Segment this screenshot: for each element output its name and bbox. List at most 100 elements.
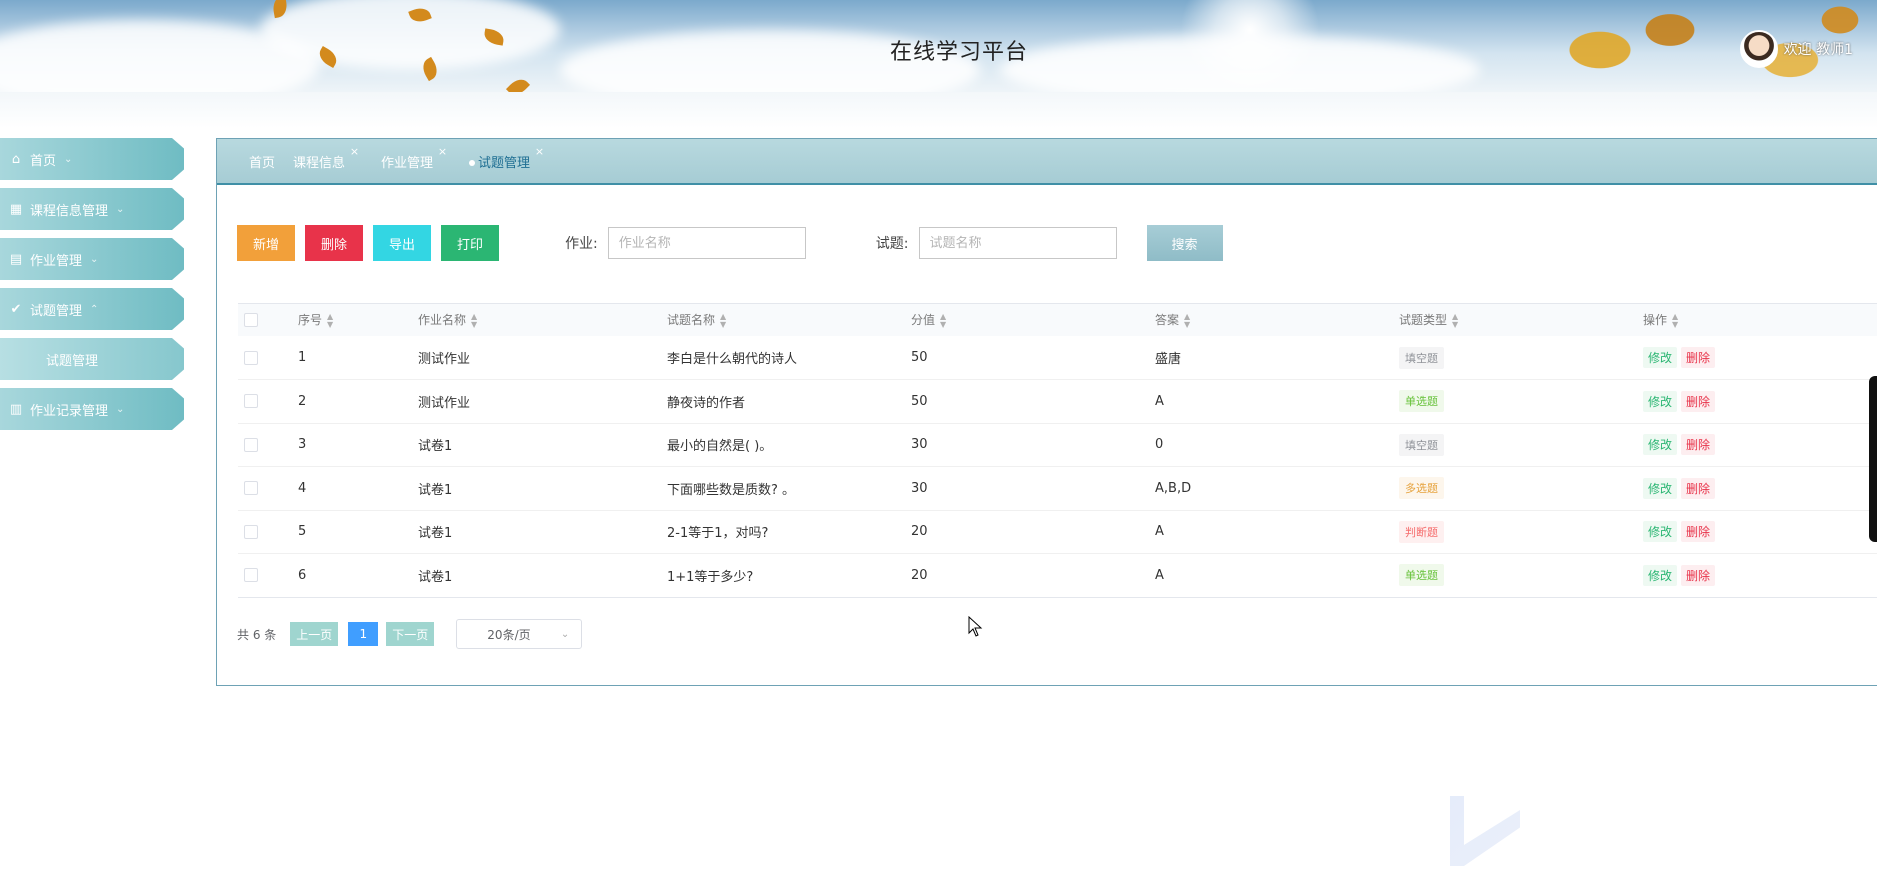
column-header-label: 试题类型 [1399, 313, 1448, 328]
column-header[interactable]: 分值 ▲ ▼ [911, 304, 1155, 336]
table-row[interactable]: 2 测试作业 静夜诗的作者 50 A 单选题 修改 删除 [238, 380, 1877, 423]
add-button[interactable]: 新增 [237, 225, 296, 261]
row-answer: A [1155, 567, 1164, 583]
page-number-current[interactable]: 1 [348, 622, 379, 646]
column-header[interactable]: 作业名称 ▲ ▼ [418, 304, 667, 336]
sidebar-item-label: 试题管理 [30, 303, 83, 319]
delete-row-button[interactable]: 删除 [1681, 521, 1716, 543]
chevron-down-icon: ⌄ [64, 153, 73, 165]
tab-label: 课程信息 [293, 155, 346, 171]
export-button[interactable]: 导出 [373, 225, 432, 261]
tab-home[interactable]: 首页 [249, 152, 275, 171]
sidebar-item-questions[interactable]: ✔ 试题管理 ⌃ [0, 288, 184, 330]
row-homework: 试卷1 [418, 569, 453, 585]
column-header-label: 答案 [1155, 313, 1180, 328]
homework-search-input[interactable] [607, 227, 806, 259]
close-icon[interactable]: × [350, 145, 359, 158]
row-answer: A [1155, 393, 1164, 409]
edit-button[interactable]: 修改 [1643, 521, 1678, 543]
pagination: 共 6 条 上一页 1 下一页 20条/页 ⌄ [237, 619, 583, 649]
column-header[interactable]: 操作 ▲ ▼ [1643, 304, 1877, 336]
edit-button[interactable]: 修改 [1643, 564, 1678, 586]
sort-icon[interactable]: ▲ ▼ [327, 312, 333, 329]
prev-page-button[interactable]: 上一页 [290, 622, 339, 646]
row-checkbox[interactable] [244, 524, 258, 539]
delete-row-button[interactable]: 删除 [1681, 347, 1716, 368]
row-type-cell: 多选题 [1399, 467, 1643, 511]
sidebar-item-home[interactable]: ⌂ 首页 ⌄ [0, 138, 184, 180]
row-checkbox[interactable] [244, 350, 258, 365]
row-checkbox[interactable] [244, 481, 258, 496]
sidebar-item-label: 课程信息管理 [30, 203, 109, 219]
select-all-checkbox[interactable] [244, 313, 258, 328]
row-type-cell: 单选题 [1399, 554, 1643, 598]
row-score: 20 [911, 524, 928, 540]
sort-icon[interactable]: ▲ ▼ [720, 312, 726, 329]
search-button[interactable]: 搜索 [1146, 225, 1223, 261]
tab-questions[interactable]: 试题管理 × [469, 145, 544, 171]
row-homework: 试卷1 [418, 482, 453, 498]
table-row[interactable]: 3 试卷1 最小的自然是( )。 30 0 填空题 修改 删除 [238, 423, 1877, 467]
edit-button[interactable]: 修改 [1643, 434, 1678, 456]
row-score: 30 [911, 480, 928, 496]
row-homework: 测试作业 [418, 395, 471, 411]
sidebar-item-label: 首页 [30, 153, 57, 169]
column-header[interactable]: 试题名称 ▲ ▼ [667, 304, 911, 336]
sidebar-item-label: 试题管理 [46, 353, 99, 369]
tab-label: 首页 [249, 155, 276, 171]
table-row[interactable]: 4 试卷1 下面哪些数是质数? 。 30 A,B,D 多选题 修改 删除 [238, 467, 1877, 511]
row-checkbox[interactable] [244, 437, 258, 452]
row-answer: 盛唐 [1155, 352, 1182, 367]
row-type-cell: 填空题 [1399, 423, 1643, 467]
edit-button[interactable]: 修改 [1643, 347, 1678, 368]
type-badge: 单选题 [1399, 390, 1444, 413]
question-search-input[interactable] [918, 227, 1117, 259]
row-type-cell: 判断题 [1399, 510, 1643, 554]
row-question: 李白是什么朝代的诗人 [667, 352, 798, 367]
close-icon[interactable]: × [535, 145, 544, 158]
sidebar-subitem-questions[interactable]: 试题管理 [0, 338, 184, 380]
column-header[interactable]: 序号 ▲ ▼ [298, 304, 418, 336]
column-header[interactable]: 试题类型 ▲ ▼ [1399, 304, 1643, 336]
close-icon[interactable]: × [438, 145, 447, 158]
avatar[interactable] [1739, 30, 1778, 68]
user-menu[interactable]: 欢迎 教师1 [1739, 30, 1853, 68]
sort-icon[interactable]: ▲ ▼ [471, 312, 477, 329]
row-actions: 修改 删除 [1643, 554, 1877, 598]
column-header[interactable]: 答案 ▲ ▼ [1155, 304, 1399, 336]
edit-button[interactable]: 修改 [1643, 477, 1678, 499]
delete-button[interactable]: 删除 [305, 225, 364, 261]
tab-homework[interactable]: 作业管理 × [381, 145, 447, 171]
edit-button[interactable]: 修改 [1643, 390, 1678, 412]
active-dot-icon [469, 160, 476, 166]
row-no: 1 [298, 350, 307, 365]
table-row[interactable]: 6 试卷1 1+1等于多少? 20 A 单选题 修改 删除 [238, 554, 1877, 598]
tab-label: 试题管理 [478, 155, 531, 171]
sort-icon[interactable]: ▲ ▼ [940, 312, 946, 329]
next-page-button[interactable]: 下一页 [386, 622, 435, 646]
column-header-label: 序号 [298, 313, 323, 328]
table-row[interactable]: 5 试卷1 2-1等于1，对吗? 20 A 判断题 修改 删除 [238, 510, 1877, 554]
page-size-select[interactable]: 20条/页 ⌄ [456, 619, 583, 649]
row-actions: 修改 删除 [1643, 336, 1877, 380]
print-button[interactable]: 打印 [441, 225, 500, 261]
row-answer: A,B,D [1155, 480, 1192, 496]
delete-row-button[interactable]: 删除 [1681, 390, 1716, 412]
row-checkbox[interactable] [244, 394, 258, 409]
column-header-label: 操作 [1643, 313, 1668, 328]
leaf-decoration [505, 74, 531, 92]
sidebar-item-homework-records[interactable]: ▥ 作业记录管理 ⌄ [0, 388, 184, 430]
sidebar-item-label: 作业记录管理 [30, 403, 109, 419]
homework-label: 作业: [565, 236, 598, 252]
sort-icon[interactable]: ▲ ▼ [1184, 312, 1190, 329]
sidebar-item-course-info[interactable]: ▦ 课程信息管理 ⌄ [0, 188, 184, 230]
delete-row-button[interactable]: 删除 [1681, 434, 1716, 456]
row-checkbox[interactable] [244, 568, 258, 583]
tab-course-info[interactable]: 课程信息 × [293, 145, 359, 171]
sort-icon[interactable]: ▲ ▼ [1672, 312, 1678, 329]
delete-row-button[interactable]: 删除 [1681, 477, 1716, 499]
delete-row-button[interactable]: 删除 [1681, 564, 1716, 586]
sidebar-item-homework[interactable]: ▤ 作业管理 ⌄ [0, 238, 184, 280]
table-row[interactable]: 1 测试作业 李白是什么朝代的诗人 50 盛唐 填空题 修改 删除 [238, 336, 1877, 380]
sort-icon[interactable]: ▲ ▼ [1452, 312, 1458, 329]
